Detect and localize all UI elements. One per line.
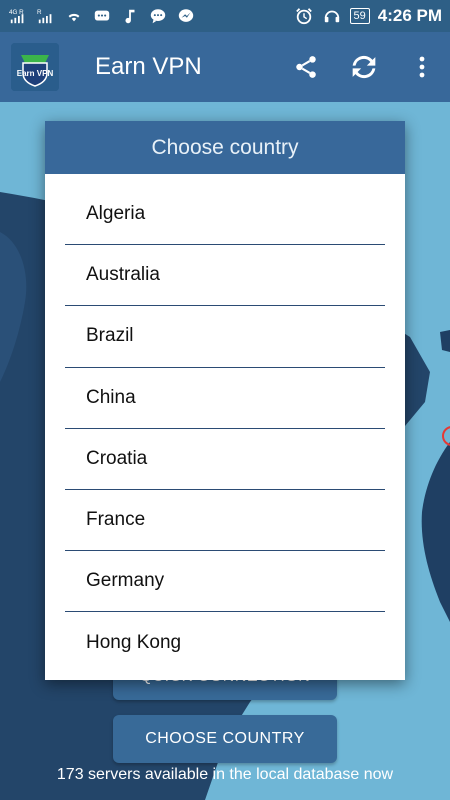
app-bar: Earn VPN Earn VPN	[0, 32, 450, 102]
dialog-title: Choose country	[45, 121, 405, 174]
choose-country-dialog: Choose country Algeria Australia Brazil …	[45, 121, 405, 680]
signal-icon: 4G R	[8, 6, 28, 26]
country-item[interactable]: Croatia	[65, 429, 385, 490]
headset-icon	[322, 6, 342, 26]
country-item[interactable]: Algeria	[65, 184, 385, 246]
servers-available-note: 173 servers available in the local datab…	[56, 766, 394, 783]
app-logo: Earn VPN	[11, 43, 59, 91]
status-left: 4G R R	[8, 6, 196, 26]
chat-icon	[148, 6, 168, 26]
music-icon	[120, 6, 140, 26]
country-list[interactable]: Algeria Australia Brazil China Croatia F…	[45, 174, 405, 680]
share-button[interactable]	[284, 45, 328, 89]
wifi-icon	[64, 6, 84, 26]
status-time: 4:26 PM	[377, 6, 442, 25]
app-title: Earn VPN	[95, 53, 202, 80]
country-item[interactable]: Germany	[65, 551, 385, 613]
messenger-icon	[176, 6, 196, 26]
svg-text:Earn VPN: Earn VPN	[17, 69, 54, 78]
battery-icon: 59	[349, 8, 370, 24]
country-item[interactable]: Brazil	[65, 306, 385, 368]
status-right: 59 4:26 PM	[294, 6, 442, 26]
more-options-button[interactable]	[400, 45, 444, 89]
country-item[interactable]: China	[65, 368, 385, 429]
app-bar-actions	[270, 45, 450, 89]
country-item[interactable]: Hong Kong	[65, 612, 385, 673]
signal-icon: R	[36, 6, 56, 26]
refresh-icon	[352, 55, 376, 79]
country-item[interactable]: France	[65, 490, 385, 552]
alarm-icon	[294, 6, 314, 26]
refresh-button[interactable]	[342, 45, 386, 89]
share-icon	[296, 56, 316, 78]
status-bar: 4G R R 59 4:26 PM	[0, 0, 450, 32]
country-item[interactable]: Australia	[65, 245, 385, 307]
more-icon	[419, 56, 425, 78]
choose-country-button[interactable]: CHOOSE COUNTRY	[113, 715, 337, 763]
svg-text:R: R	[37, 9, 42, 16]
message-icon	[92, 6, 112, 26]
